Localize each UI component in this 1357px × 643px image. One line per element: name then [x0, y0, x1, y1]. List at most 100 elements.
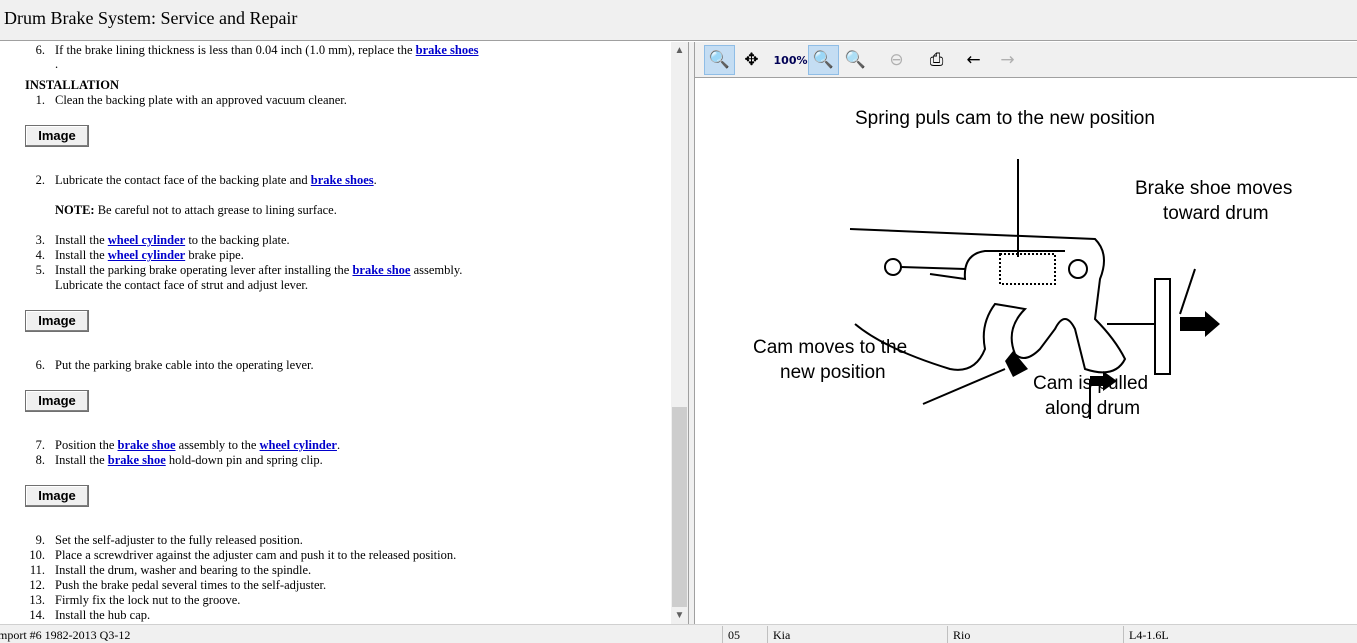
step-text: Install the hub cap.	[55, 608, 151, 622]
label-cam-pulled-2: along drum	[1045, 398, 1140, 419]
step-6: 6. Put the parking brake cable into the o…	[0, 358, 600, 373]
step-1: 1. Clean the backing plate with an approv…	[0, 93, 600, 108]
step-text: Put the parking brake cable into the ope…	[55, 358, 314, 372]
image-button[interactable]: Image	[25, 485, 89, 507]
status-model: Rio	[953, 628, 971, 642]
step-num: 2.	[35, 173, 45, 187]
link-wheel-cylinder[interactable]: wheel cylinder	[108, 248, 185, 262]
link-brake-shoe[interactable]: brake shoe	[108, 453, 166, 467]
step-num: 6.	[35, 43, 45, 57]
label-cam-pulled-1: Cam is pulled	[1033, 373, 1148, 394]
image-viewer: 🔍 ✥ 100% 🔍 🔍 ⊖ ⎙ ← → Spring puls cam to …	[695, 42, 1357, 624]
step-9: 9. Set the self-adjuster to the fully rel…	[0, 533, 600, 548]
image-button[interactable]: Image	[25, 125, 89, 147]
step-text: Position the	[55, 438, 118, 452]
step-text: Set the self-adjuster to the fully relea…	[55, 533, 303, 547]
step-text: Firmly fix the lock nut to the groove.	[55, 593, 241, 607]
step-num: 14.	[29, 608, 45, 622]
fit-to-window-icon[interactable]: 🔍	[808, 45, 839, 75]
zoom-width-icon[interactable]: 🔍	[840, 45, 871, 75]
step-8: 8. Install the brake shoe hold-down pin a…	[0, 453, 600, 468]
step-text: Install the	[55, 453, 108, 467]
viewer-toolbar: 🔍 ✥ 100% 🔍 🔍 ⊖ ⎙ ← →	[695, 42, 1357, 78]
step-10: 10. Place a screwdriver against the adjus…	[0, 548, 600, 563]
scroll-up-icon[interactable]: ▲	[671, 42, 688, 59]
label-cam-moves-2: new position	[780, 362, 886, 383]
zoom-in-icon[interactable]: 🔍	[704, 45, 735, 75]
step-num: 7.	[35, 438, 45, 452]
step-text: Lubricate the contact face of the backin…	[55, 173, 311, 187]
step-num: 9.	[35, 533, 45, 547]
step-2: 2. Lubricate the contact face of the back…	[0, 173, 600, 188]
status-bar: Import #6 1982-2013 Q3-12 05 Kia Rio L4-…	[0, 624, 1357, 643]
label-brake-shoe-2: toward drum	[1163, 203, 1269, 224]
step-num: 11.	[29, 563, 45, 577]
note: NOTE: Be careful not to attach grease to…	[55, 203, 337, 218]
step-text: Clean the backing plate with an approved…	[55, 93, 347, 107]
scroll-thumb[interactable]	[672, 407, 687, 607]
step-num: 12.	[29, 578, 45, 592]
vertical-scrollbar[interactable]: ▲ ▼	[671, 42, 688, 624]
link-wheel-cylinder[interactable]: wheel cylinder	[260, 438, 337, 452]
step-11: 11. Install the drum, washer and bearing …	[0, 563, 600, 578]
link-brake-shoes[interactable]: brake shoes	[416, 43, 479, 57]
step-text-main: If the brake lining thickness is less th…	[55, 43, 413, 57]
step-12: 12. Push the brake pedal several times to…	[0, 578, 600, 593]
pane-splitter[interactable]	[688, 42, 695, 624]
status-make: Kia	[773, 628, 791, 642]
step-text: assembly.	[410, 263, 463, 277]
label-brake-shoe-1: Brake shoe moves	[1135, 178, 1292, 199]
actual-size-icon[interactable]: 100%	[774, 45, 808, 75]
image-button[interactable]: Image	[25, 390, 89, 412]
link-brake-shoe[interactable]: brake shoe	[118, 438, 176, 452]
link-wheel-cylinder[interactable]: wheel cylinder	[108, 233, 185, 247]
step-5-line2: Lubricate the contact face of strut and …	[55, 278, 309, 292]
step-num: 13.	[29, 593, 45, 607]
pan-icon[interactable]: ✥	[736, 45, 767, 75]
step-num: 3.	[35, 233, 45, 247]
step-4: 4. Install the wheel cylinder brake pipe.	[0, 248, 600, 263]
step-text: Install the	[55, 248, 108, 262]
step-num: 6.	[35, 358, 45, 372]
link-brake-shoe[interactable]: brake shoe	[352, 263, 410, 277]
step-text: Place a screwdriver against the adjuster…	[55, 548, 457, 562]
step-num: 1.	[35, 93, 45, 107]
step-text: Install the	[55, 233, 108, 247]
arrow-right	[1180, 311, 1220, 337]
label-spring: Spring puls cam to the new position	[855, 108, 1155, 129]
step-text: Install the drum, washer and bearing to …	[55, 563, 312, 577]
document-pane: 6. If the brake lining thickness is less…	[0, 42, 671, 624]
status-engine: L4-1.6L	[1129, 628, 1169, 642]
brake-diagram: Spring puls cam to the new position Brak…	[753, 108, 1292, 419]
step-num: 8.	[35, 453, 45, 467]
previous-image-icon[interactable]: ←	[958, 45, 989, 75]
scroll-down-icon[interactable]: ▼	[671, 607, 688, 624]
note-text: Be careful not to attach grease to linin…	[94, 203, 337, 217]
window-title: Drum Brake System: Service and Repair	[0, 0, 1357, 41]
step-text: assembly to the	[175, 438, 260, 452]
print-icon[interactable]: ⎙	[921, 45, 952, 75]
step-13: 13. Firmly fix the lock nut to the groove…	[0, 593, 600, 608]
step-text: .	[373, 173, 377, 187]
step-num: 10.	[29, 548, 45, 562]
section-heading: INSTALLATION	[25, 78, 120, 92]
step-text: Push the brake pedal several times to th…	[55, 578, 327, 592]
step-num: 5.	[35, 263, 45, 277]
zoom-out-icon[interactable]: ⊖	[881, 45, 912, 75]
trail-dot: .	[55, 57, 59, 71]
status-year: 05	[728, 628, 740, 642]
step-5: 5. Install the parking brake operating le…	[0, 263, 600, 278]
step-num: 4.	[35, 248, 45, 262]
link-brake-shoes[interactable]: brake shoes	[311, 173, 374, 187]
step-3: 3. Install the wheel cylinder to the back…	[0, 233, 600, 248]
step-text: .	[336, 438, 341, 452]
step-14: 14. Install the hub cap.	[0, 608, 600, 623]
image-button[interactable]: Image	[25, 310, 89, 332]
step-text: hold-down pin and spring clip.	[165, 453, 323, 467]
next-image-icon[interactable]: →	[992, 45, 1023, 75]
status-source: Import #6 1982-2013 Q3-12	[0, 628, 131, 642]
step-text: brake pipe.	[185, 248, 244, 262]
step-7: 7. Position the brake shoe assembly to th…	[0, 438, 600, 453]
step-text: Install the parking brake operating leve…	[55, 263, 353, 277]
step-text: If the brake lining thickness is less th…	[55, 43, 479, 58]
